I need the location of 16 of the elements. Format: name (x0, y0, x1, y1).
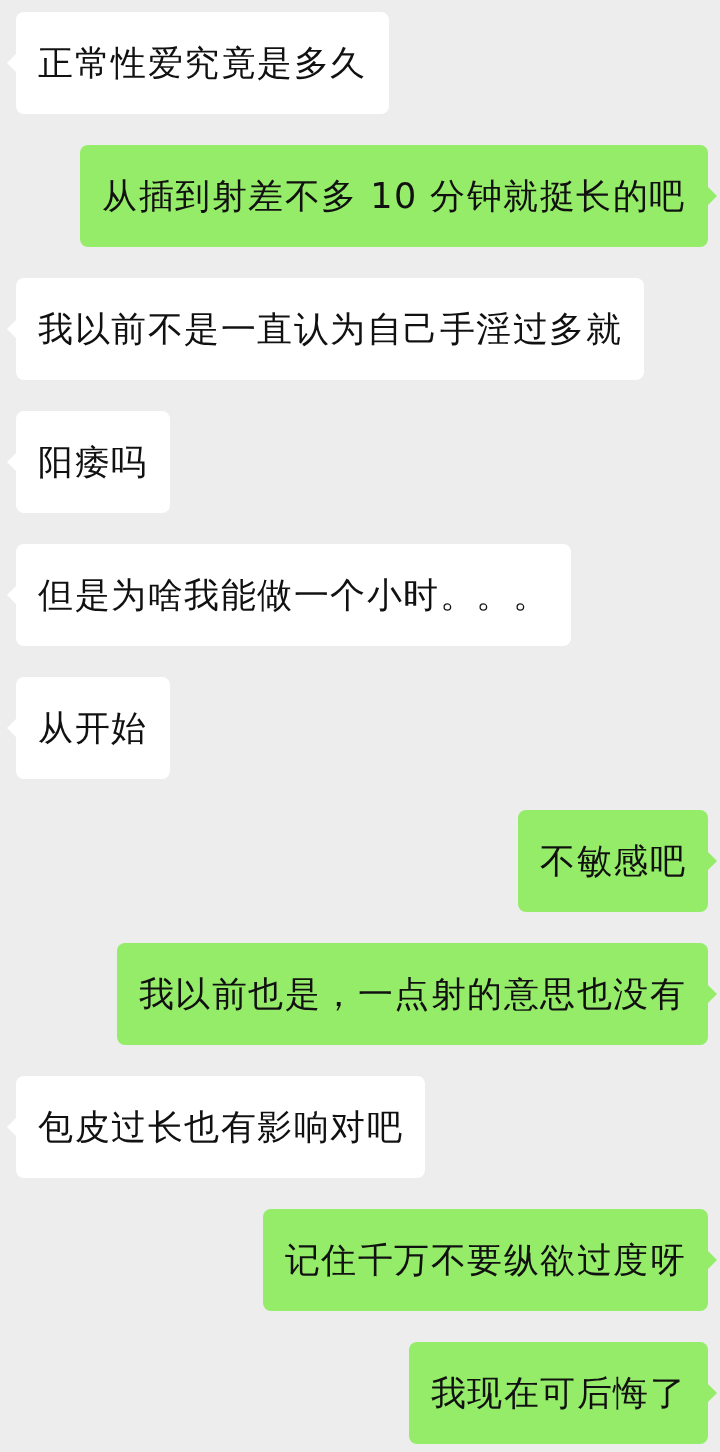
incoming-message-bubble: 阳痿吗 (16, 411, 170, 513)
outgoing-message-bubble: 记住千万不要纵欲过度呀 (262, 1209, 708, 1311)
incoming-message-bubble: 包皮过长也有影响对吧 (16, 1076, 425, 1178)
bubble-tail (708, 187, 717, 205)
incoming-message-bubble: 但是为啥我能做一个小时。。。 (16, 544, 571, 646)
bubble-tail (708, 1384, 717, 1402)
incoming-message-bubble: 我以前不是一直认为自己手淫过多就 (16, 278, 644, 380)
incoming-message-bubble: 正常性爱究竟是多久 (16, 12, 389, 114)
incoming-message-bubble: 从开始 (16, 677, 170, 779)
bubble-tail (708, 985, 717, 1003)
outgoing-message-bubble: 不敏感吧 (518, 810, 708, 912)
outgoing-message-bubble: 我现在可后悔了 (408, 1342, 708, 1444)
bubble-tail (708, 1251, 717, 1269)
bubble-tail (708, 852, 717, 870)
outgoing-message-bubble: 从插到射差不多 10 分钟就挺长的吧 (80, 145, 708, 247)
outgoing-message-bubble: 我以前也是，一点射的意思也没有 (116, 943, 708, 1045)
